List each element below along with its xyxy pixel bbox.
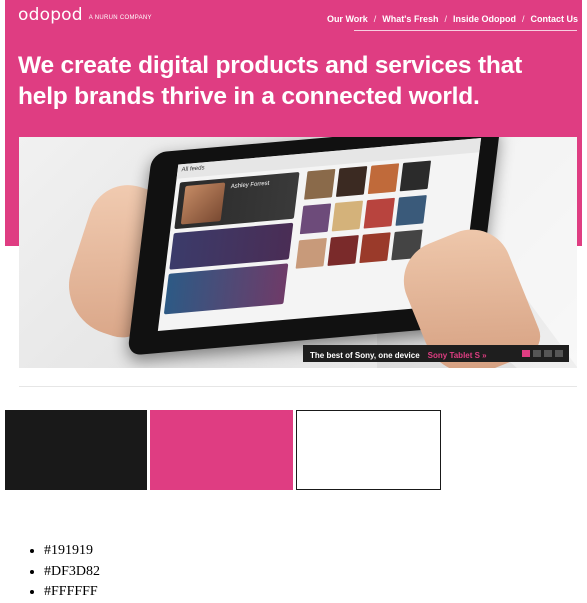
nav-divider: [354, 30, 577, 31]
media-tile: [363, 197, 395, 229]
color-swatch-pink: [150, 410, 293, 490]
nav-item-inside-odopod[interactable]: Inside Odopod: [453, 14, 516, 24]
color-label: #DF3D82: [44, 562, 100, 583]
logo[interactable]: odopod A NURUN COMPANY: [18, 5, 152, 25]
caption-text: The best of Sony, one device: [310, 351, 420, 360]
slide-dot[interactable]: [533, 350, 541, 357]
hero-headline: We create digital products and services …: [18, 52, 523, 110]
nav-separator: /: [373, 14, 377, 24]
media-tile: [367, 163, 400, 195]
nav-item-contact-us[interactable]: Contact Us: [530, 14, 578, 24]
media-tile: [304, 168, 336, 200]
logo-wordmark: odopod: [18, 5, 83, 25]
feature-name: Ashley Forrest: [230, 180, 270, 191]
slide-indicators: [522, 350, 563, 357]
feed-row: [169, 222, 294, 270]
slide-dot[interactable]: [555, 350, 563, 357]
nav-separator: /: [521, 14, 525, 24]
nav-item-our-work[interactable]: Our Work: [327, 14, 368, 24]
feed-row: [163, 263, 289, 315]
media-tile: [331, 200, 364, 232]
nav-separator: /: [444, 14, 447, 24]
media-tile: [299, 203, 332, 235]
color-label: #191919: [44, 541, 100, 562]
main-nav: Our Work / What's Fresh / Inside Odopod …: [327, 14, 578, 24]
color-list: #191919 #DF3D82 #FFFFFF: [27, 541, 100, 603]
caption-link[interactable]: Sony Tablet S »: [428, 351, 487, 360]
media-tile: [395, 194, 427, 226]
nav-item-whats-fresh[interactable]: What's Fresh: [382, 14, 438, 24]
media-tile: [399, 160, 432, 192]
slide-dot[interactable]: [544, 350, 552, 357]
slide-dot-active[interactable]: [522, 350, 530, 357]
color-swatch-white: [296, 410, 441, 490]
website-screenshot: odopod A NURUN COMPANY Our Work / What's…: [5, 0, 582, 402]
hero-caption[interactable]: The best of Sony, one device Sony Tablet…: [303, 345, 569, 362]
content-divider: [19, 386, 577, 387]
profile-photo: [180, 182, 226, 225]
hero-image[interactable]: All feeds Ashley Forrest The best of Son…: [19, 137, 577, 368]
color-label: #FFFFFF: [44, 582, 100, 603]
media-tile: [359, 232, 391, 264]
media-tile: [335, 166, 368, 197]
media-tile: [295, 237, 327, 269]
logo-tagline: A NURUN COMPANY: [88, 15, 152, 21]
color-swatch-dark: [5, 410, 147, 490]
media-tile: [327, 235, 359, 266]
feature-card: Ashley Forrest: [174, 172, 300, 230]
